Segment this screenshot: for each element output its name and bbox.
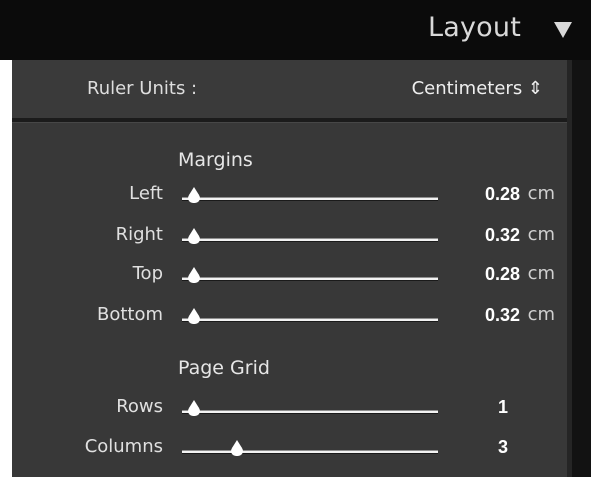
ruler-units-select[interactable]: Centimeters ⇕ (412, 78, 543, 99)
top-slider[interactable] (182, 267, 438, 283)
columns-slider[interactable] (182, 440, 438, 456)
right-unit: cm (527, 224, 555, 245)
left-value[interactable]: 0.28 (485, 184, 520, 205)
rows-slider[interactable] (182, 400, 438, 416)
triangle-down-icon[interactable] (554, 22, 572, 38)
left-unit: cm (527, 183, 555, 204)
top-unit: cm (527, 263, 555, 284)
page-grid-heading: Page Grid (178, 357, 270, 379)
ruler-units-label: Ruler Units : (87, 78, 198, 99)
panel-title: Layout (428, 12, 521, 43)
columns-value[interactable]: 3 (498, 437, 508, 458)
rows-slider-thumb[interactable] (188, 400, 200, 416)
bottom-label: Bottom (96, 304, 163, 325)
panel-edge (567, 60, 591, 477)
top-slider-thumb[interactable] (188, 267, 200, 283)
rows-label: Rows (116, 396, 163, 417)
left-label: Left (129, 183, 163, 204)
columns-slider-thumb[interactable] (230, 440, 243, 456)
right-slider-thumb[interactable] (188, 228, 200, 244)
top-label: Top (132, 263, 163, 284)
section-divider (12, 118, 567, 123)
margins-heading: Margins (178, 149, 253, 171)
left-slider[interactable] (182, 187, 438, 203)
right-value[interactable]: 0.32 (485, 225, 520, 246)
panel-header[interactable]: Layout (0, 0, 591, 60)
bottom-slider-thumb[interactable] (188, 308, 200, 324)
right-label: Right (115, 224, 163, 245)
bottom-slider[interactable] (182, 308, 438, 324)
ruler-units-row: Ruler Units : Centimeters ⇕ (12, 60, 567, 118)
rows-value[interactable]: 1 (498, 397, 508, 418)
layout-panel: Layout Ruler Units : Centimeters ⇕ Margi… (0, 0, 591, 477)
top-value[interactable]: 0.28 (485, 264, 520, 285)
left-slider-thumb[interactable] (188, 187, 200, 203)
columns-label: Columns (84, 436, 163, 457)
right-slider[interactable] (182, 228, 438, 244)
bottom-value[interactable]: 0.32 (485, 305, 520, 326)
bottom-unit: cm (527, 304, 555, 325)
